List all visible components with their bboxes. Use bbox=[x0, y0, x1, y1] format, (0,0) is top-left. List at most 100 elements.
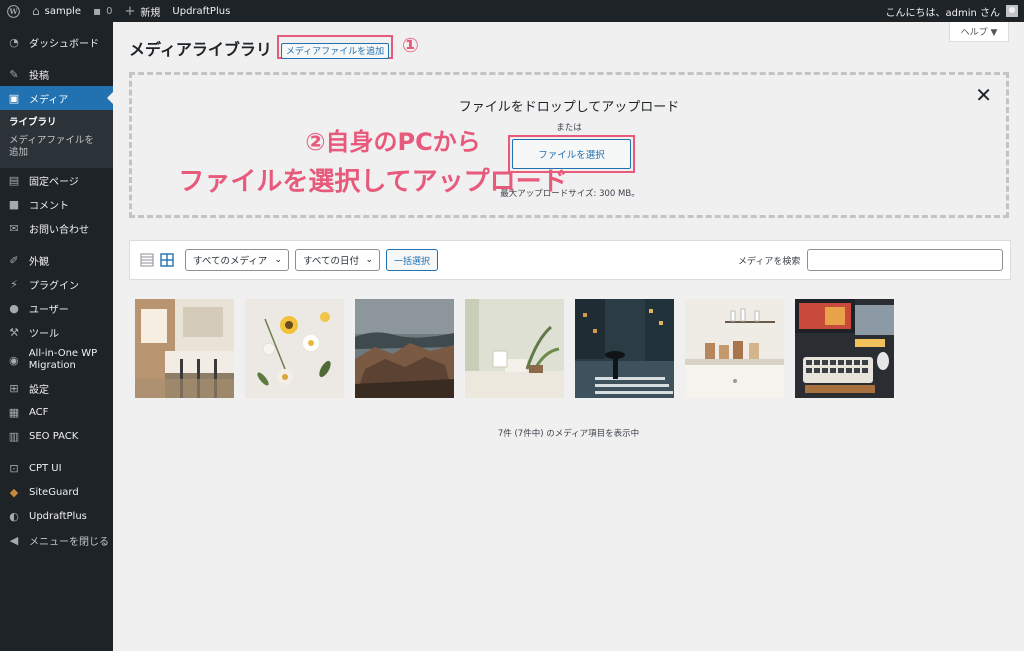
menu-settings[interactable]: ⊞ 設定 bbox=[0, 376, 113, 400]
comment-icon: ■ bbox=[8, 197, 20, 211]
new-label: 新規 bbox=[140, 7, 161, 19]
menu-all-in-one-wp-migration[interactable]: ◉ All-in-One WP Migration bbox=[0, 344, 113, 376]
wordpress-logo-icon[interactable]: W bbox=[0, 0, 26, 22]
plug-icon: ⚡ bbox=[10, 277, 18, 291]
chevron-down-icon: ⌄ bbox=[274, 255, 282, 265]
annotation-step-2: ②自身のPCから ファイルを選択してアップロード bbox=[113, 122, 633, 202]
menu-label: 設定 bbox=[29, 384, 49, 396]
shield-icon: ◆ bbox=[9, 485, 19, 499]
menu-comments[interactable]: ■ コメント bbox=[0, 192, 113, 216]
media-search-input[interactable] bbox=[807, 249, 1003, 271]
date-value: すべての日付 bbox=[303, 256, 359, 267]
menu-acf[interactable]: ▦ ACF bbox=[0, 400, 113, 424]
cpt-icon: ⊡ bbox=[9, 461, 19, 475]
main-content: ヘルプ ▼ メディアライブラリ メディアファイルを追加 ① ✕ ファイルをドロッ… bbox=[113, 22, 1024, 651]
kitchen-shelf-thumbnail bbox=[685, 299, 784, 398]
new-content-link[interactable]: + 新規 bbox=[119, 0, 167, 22]
submenu-add-new[interactable]: メディアファイルを追加 bbox=[0, 132, 104, 162]
media-item[interactable] bbox=[245, 299, 344, 398]
add-new-highlight: メディアファイルを追加 bbox=[277, 35, 393, 59]
comments-link[interactable]: ▪ 0 bbox=[87, 0, 119, 22]
chevron-down-icon: ⌄ bbox=[365, 255, 373, 265]
media-type-value: すべてのメディア bbox=[193, 256, 268, 267]
submenu-library[interactable]: ライブラリ bbox=[0, 114, 113, 132]
annotation-2-line-2: ファイルを選択してアップロード bbox=[178, 167, 568, 197]
updraftplus-label: UpdraftPlus bbox=[172, 5, 231, 17]
media-count: 7件 (7件中) のメディア項目を表示中 bbox=[497, 429, 640, 439]
list-view-icon[interactable] bbox=[140, 253, 154, 267]
add-new-media-button[interactable]: メディアファイルを追加 bbox=[281, 42, 389, 59]
plus-icon: + bbox=[124, 3, 136, 19]
menu-label: プラグイン bbox=[29, 280, 79, 292]
menu-label: お問い合わせ bbox=[29, 224, 89, 236]
menu-label: 外観 bbox=[29, 256, 49, 268]
media-grid bbox=[135, 299, 894, 398]
home-icon: ⌂ bbox=[32, 4, 40, 18]
bulk-select-button[interactable]: 一括選択 bbox=[386, 249, 438, 271]
menu-updraftplus[interactable]: ◐ UpdraftPlus bbox=[0, 504, 113, 528]
annotation-2-line-1: ②自身のPCから bbox=[305, 128, 481, 156]
menu-label: メニューを閉じる bbox=[29, 536, 109, 548]
menu-seo-pack[interactable]: ▥ SEO PACK bbox=[0, 424, 113, 448]
menu-label: ACF bbox=[29, 406, 49, 418]
media-item[interactable] bbox=[685, 299, 784, 398]
greeting-text: こんにちは、admin さん bbox=[885, 7, 1000, 19]
menu-dashboard[interactable]: ◔ ダッシュボード bbox=[0, 30, 113, 54]
comment-bubble-icon: ▪ bbox=[92, 4, 102, 18]
media-item[interactable] bbox=[465, 299, 564, 398]
admin-bar: W ⌂ sample ▪ 0 + 新規 UpdraftPlus こんにちは、ad… bbox=[0, 0, 1024, 22]
media-item[interactable] bbox=[795, 299, 894, 398]
menu-label: SEO PACK bbox=[29, 430, 79, 442]
updraftplus-link[interactable]: UpdraftPlus bbox=[166, 0, 236, 22]
user-icon: ● bbox=[9, 301, 19, 315]
drop-instructions: ファイルをドロップしてアップロード bbox=[458, 100, 680, 115]
search-label: メディアを検索 bbox=[738, 257, 801, 267]
menu-label: SiteGuard bbox=[29, 486, 79, 498]
rainy-street-thumbnail bbox=[575, 299, 674, 398]
menu-siteguard[interactable]: ◆ SiteGuard bbox=[0, 480, 113, 504]
menu-posts[interactable]: ✎ 投稿 bbox=[0, 62, 113, 86]
menu-cpt-ui[interactable]: ⊡ CPT UI bbox=[0, 456, 113, 480]
desk-mug-thumbnail bbox=[465, 299, 564, 398]
settings-icon: ⊞ bbox=[9, 381, 19, 395]
page-title: メディアライブラリ bbox=[129, 40, 272, 59]
migration-icon: ◉ bbox=[9, 353, 19, 367]
grid-view-icon[interactable] bbox=[160, 253, 174, 267]
menu-collapse[interactable]: ◀ メニューを閉じる bbox=[0, 528, 113, 552]
media-type-filter[interactable]: すべてのメディア ⌄ bbox=[185, 249, 289, 271]
avatar bbox=[1006, 5, 1018, 17]
acf-icon: ▦ bbox=[8, 405, 20, 419]
menu-label: 投稿 bbox=[29, 70, 49, 82]
media-item[interactable] bbox=[355, 299, 454, 398]
menu-media[interactable]: ▣ メディア bbox=[0, 86, 113, 110]
wrench-icon: ⚒ bbox=[9, 325, 19, 339]
menu-users[interactable]: ● ユーザー bbox=[0, 296, 113, 320]
keyboard-desk-thumbnail bbox=[795, 299, 894, 398]
site-name-link[interactable]: ⌂ sample bbox=[26, 0, 87, 22]
menu-label: ツール bbox=[29, 328, 59, 340]
page-icon: ▤ bbox=[8, 173, 20, 187]
seo-icon: ▥ bbox=[8, 429, 20, 443]
date-filter[interactable]: すべての日付 ⌄ bbox=[295, 249, 380, 271]
brush-icon: ✐ bbox=[9, 253, 19, 267]
help-tab[interactable]: ヘルプ ▼ bbox=[949, 22, 1009, 42]
menu-plugins[interactable]: ⚡ プラグイン bbox=[0, 272, 113, 296]
menu-label: メディア bbox=[29, 94, 69, 106]
pin-icon: ✎ bbox=[9, 67, 19, 81]
menu-label: コメント bbox=[29, 200, 69, 212]
gauge-icon: ◔ bbox=[9, 35, 19, 49]
annotation-step-1: ① bbox=[402, 33, 419, 57]
menu-pages[interactable]: ▤ 固定ページ bbox=[0, 168, 113, 192]
updraft-icon: ◐ bbox=[9, 509, 19, 523]
menu-tools[interactable]: ⚒ ツール bbox=[0, 320, 113, 344]
media-item[interactable] bbox=[575, 299, 674, 398]
media-item[interactable] bbox=[135, 299, 234, 398]
menu-label: All-in-One WP Migration bbox=[28, 348, 98, 371]
menu-appearance[interactable]: ✐ 外観 bbox=[0, 248, 113, 272]
menu-label: UpdraftPlus bbox=[29, 510, 87, 522]
rocky-cliff-thumbnail bbox=[355, 299, 454, 398]
media-submenu: ライブラリ メディアファイルを追加 bbox=[0, 110, 113, 168]
menu-contact[interactable]: ✉ お問い合わせ bbox=[0, 216, 113, 240]
admin-sidebar: ◔ ダッシュボード ✎ 投稿 ▣ メディア ライブラリ メディアファイルを追加 … bbox=[0, 22, 113, 651]
my-account-link[interactable]: こんにちは、admin さん bbox=[879, 0, 1024, 22]
